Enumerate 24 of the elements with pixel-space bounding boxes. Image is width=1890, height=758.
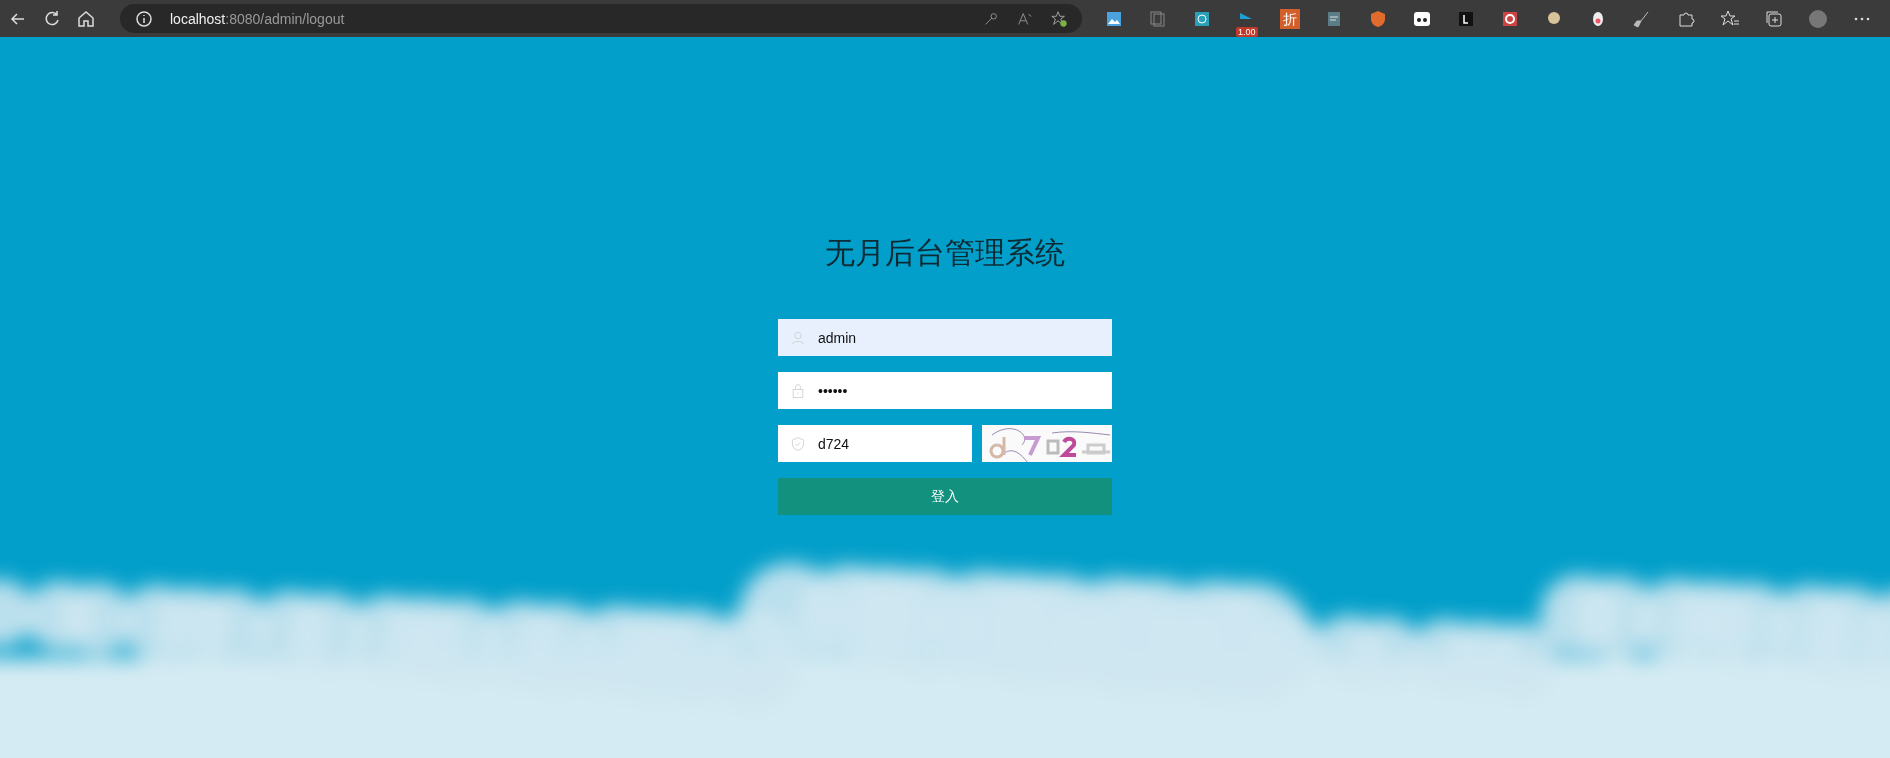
favorites-icon[interactable] xyxy=(1720,8,1740,29)
extension-badge: 1.00 xyxy=(1236,26,1258,37)
shield-icon[interactable] xyxy=(1368,8,1388,29)
shield-check-icon xyxy=(790,435,806,452)
captcha-image[interactable] xyxy=(982,425,1112,462)
username-field[interactable]: admin xyxy=(778,319,1112,356)
captcha-field[interactable]: d724 xyxy=(778,425,972,462)
user-icon xyxy=(790,329,806,346)
extension-button[interactable]: 折 xyxy=(1280,8,1300,29)
url-text: localhost:8080/admin/logout xyxy=(170,10,345,27)
username-text: admin xyxy=(818,329,857,346)
avatar-icon[interactable] xyxy=(1808,8,1828,29)
info-icon[interactable] xyxy=(134,8,154,29)
password-dots: •••••• xyxy=(818,382,848,399)
lock-icon xyxy=(790,382,806,399)
copy-icon[interactable] xyxy=(1148,8,1168,29)
password-field[interactable]: •••••• xyxy=(778,372,1112,409)
login-button[interactable]: 登入 xyxy=(778,478,1112,515)
address-bar[interactable]: localhost:8080/admin/logout xyxy=(120,4,1082,33)
collections-icon[interactable] xyxy=(1764,8,1784,29)
home-icon[interactable] xyxy=(76,8,96,29)
page-title: 无月后台管理系统 xyxy=(824,235,1066,271)
captcha-text: d724 xyxy=(818,435,850,452)
favorite-add-icon[interactable] xyxy=(1050,9,1068,28)
